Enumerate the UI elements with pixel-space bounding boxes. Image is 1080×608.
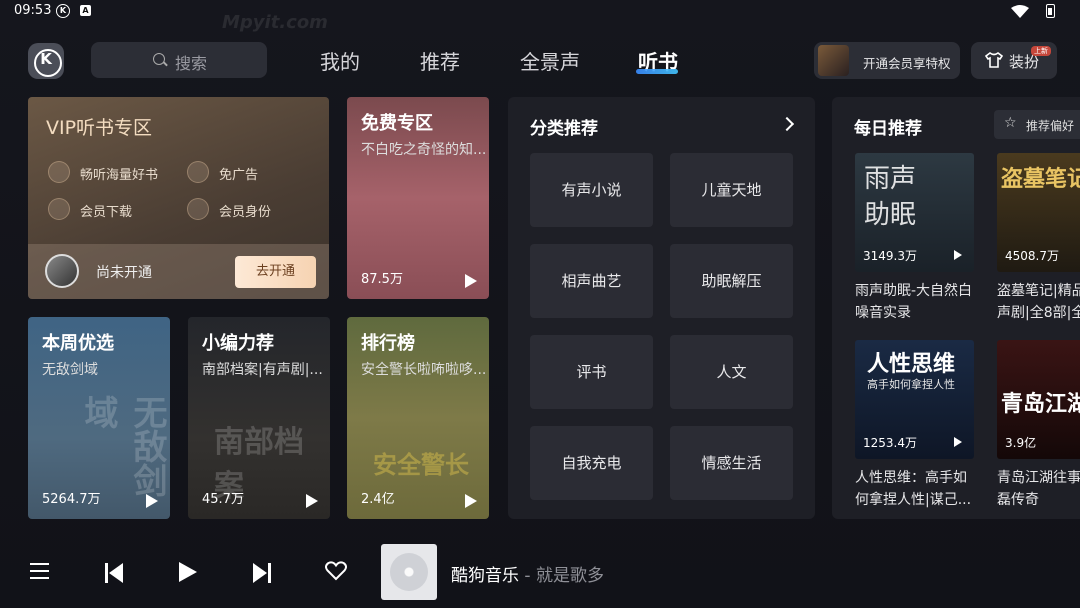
playlist-menu-icon[interactable] xyxy=(30,563,49,584)
star-icon: ☆ xyxy=(1004,115,1017,131)
category-title: 分类推荐 xyxy=(530,119,598,139)
category-children[interactable]: 儿童天地 xyxy=(670,153,793,227)
play-count: 87.5万 xyxy=(361,272,403,287)
vip-status: 尚未开通 xyxy=(96,265,152,281)
play-icon[interactable] xyxy=(146,494,158,508)
daily-item-cover[interactable]: 人性思维 高手如何拿捏人性 1253.4万 xyxy=(855,340,974,459)
status-time: 09:53 xyxy=(14,3,52,18)
ranking-card[interactable]: 安全警长 排行榜 安全警长啦咘啦哆... 2.4亿 xyxy=(347,317,489,519)
open-vip-button[interactable]: 开通会员享特权 xyxy=(814,42,960,79)
free-zone-card[interactable]: 免费专区 不白吃之奇怪的知... 87.5万 xyxy=(347,97,489,299)
daily-item-cover[interactable]: 盗墓笔记 4508.7万 xyxy=(997,153,1080,272)
search-input[interactable]: 搜索 xyxy=(91,42,267,78)
new-badge: 上新 xyxy=(1031,46,1051,56)
no-ads-icon xyxy=(187,161,209,183)
dress-up-button[interactable]: 装扮 上新 xyxy=(971,42,1057,79)
weekly-picks-card[interactable]: 无敌剑域 本周优选 无敌剑域 5264.7万 xyxy=(28,317,170,519)
play-count: 45.7万 xyxy=(202,492,244,507)
play-count: 4508.7万 xyxy=(1005,249,1059,263)
vip-status-bar: 尚未开通 去开通 xyxy=(28,244,329,299)
search-placeholder: 搜索 xyxy=(175,54,208,73)
a-notification-icon: A xyxy=(80,5,91,16)
tab-mine[interactable]: 我的 xyxy=(320,46,360,75)
chevron-right-icon[interactable] xyxy=(779,116,795,132)
play-count: 2.4亿 xyxy=(361,492,395,507)
daily-item-cover[interactable]: 雨声 助眠 3149.3万 xyxy=(855,153,974,272)
daily-item-title[interactable]: 人性思维：高手如何拿捏人性|谋己... xyxy=(855,467,977,511)
card-title: 本周优选 xyxy=(42,333,114,354)
vip-audiobook-zone[interactable]: VIP听书专区 畅听海量好书 免广告 会员下载 会员身份 尚未开通 去开通 xyxy=(28,97,329,299)
player-bar: 酷狗音乐 - 就是歌多 xyxy=(0,535,1080,608)
play-icon[interactable] xyxy=(306,494,318,508)
daily-item-title[interactable]: 盗墓笔记|精品声剧|全8部|全 xyxy=(997,280,1080,324)
watermark: Mpyit.com xyxy=(222,12,328,33)
daily-recommend-panel: 每日推荐 ☆ 推荐偏好 雨声 助眠 3149.3万 雨声助眠-大自然白噪音实录 … xyxy=(832,97,1080,519)
wifi-icon xyxy=(1011,5,1029,18)
category-storytelling[interactable]: 评书 xyxy=(530,335,653,409)
play-icon[interactable] xyxy=(465,274,477,288)
vip-zone-title: VIP听书专区 xyxy=(46,117,153,139)
kugou-logo[interactable]: K xyxy=(28,43,64,79)
category-sleep[interactable]: 助眠解压 xyxy=(670,244,793,318)
cover-art-text: 安全警长 xyxy=(373,451,469,479)
heart-icon[interactable] xyxy=(325,561,347,581)
shirt-icon xyxy=(985,52,1003,68)
category-panel: 分类推荐 有声小说 儿童天地 相声曲艺 助眠解压 评书 人文 自我充电 情感生活 xyxy=(508,97,815,519)
play-icon[interactable] xyxy=(954,437,962,447)
recommend-preference-button[interactable]: ☆ 推荐偏好 xyxy=(994,110,1080,139)
card-title: 免费专区 xyxy=(361,113,433,134)
song-title: 酷狗音乐 xyxy=(451,566,519,586)
category-audio-novels[interactable]: 有声小说 xyxy=(530,153,653,227)
editor-picks-card[interactable]: 南部档案 小编力荐 南部档案|有声剧|... 45.7万 xyxy=(188,317,330,519)
song-artist: 就是歌多 xyxy=(535,566,604,586)
card-subtitle: 无敌剑域 xyxy=(42,362,98,378)
play-count: 1253.4万 xyxy=(863,436,917,450)
book-icon xyxy=(48,161,70,183)
daily-item-cover[interactable]: 青岛江湖 3.9亿 xyxy=(997,340,1080,459)
status-bar: 09:53 K A xyxy=(0,0,1080,24)
kugou-notification-icon: K xyxy=(56,4,70,18)
category-crosstalk[interactable]: 相声曲艺 xyxy=(530,244,653,318)
play-count: 3.9亿 xyxy=(1005,436,1037,450)
play-icon[interactable] xyxy=(179,562,197,582)
album-cover[interactable] xyxy=(381,544,437,600)
category-humanities[interactable]: 人文 xyxy=(670,335,793,409)
card-subtitle: 不白吃之奇怪的知... xyxy=(361,142,487,158)
song-separator: - xyxy=(519,566,536,586)
card-subtitle: 安全警长啦咘啦哆... xyxy=(361,362,487,378)
play-count: 5264.7万 xyxy=(42,492,101,507)
vip-avatar xyxy=(818,45,849,76)
category-emotional-life[interactable]: 情感生活 xyxy=(670,426,793,500)
avatar xyxy=(45,254,79,288)
open-vip-cta-button[interactable]: 去开通 xyxy=(235,256,316,288)
card-subtitle: 南部档案|有声剧|... xyxy=(202,362,323,378)
tab-panoramic-sound[interactable]: 全景声 xyxy=(520,46,580,75)
battery-icon xyxy=(1046,4,1055,18)
play-icon[interactable] xyxy=(954,250,962,260)
now-playing[interactable]: 酷狗音乐 - 就是歌多 xyxy=(451,561,604,586)
crown-icon xyxy=(187,198,209,220)
play-icon[interactable] xyxy=(465,494,477,508)
active-tab-indicator xyxy=(636,69,678,74)
search-icon xyxy=(153,53,165,65)
previous-track-icon[interactable] xyxy=(105,563,123,583)
card-title: 排行榜 xyxy=(361,333,415,354)
next-track-icon[interactable] xyxy=(253,563,271,583)
daily-item-title[interactable]: 雨声助眠-大自然白噪音实录 xyxy=(855,280,977,324)
daily-title: 每日推荐 xyxy=(854,119,922,139)
card-title: 小编力荐 xyxy=(202,333,274,354)
daily-item-title[interactable]: 青岛江湖往事磊传奇 xyxy=(997,467,1080,511)
category-self-improvement[interactable]: 自我充电 xyxy=(530,426,653,500)
download-icon xyxy=(48,198,70,220)
play-count: 3149.3万 xyxy=(863,249,917,263)
tab-recommend[interactable]: 推荐 xyxy=(420,46,460,75)
